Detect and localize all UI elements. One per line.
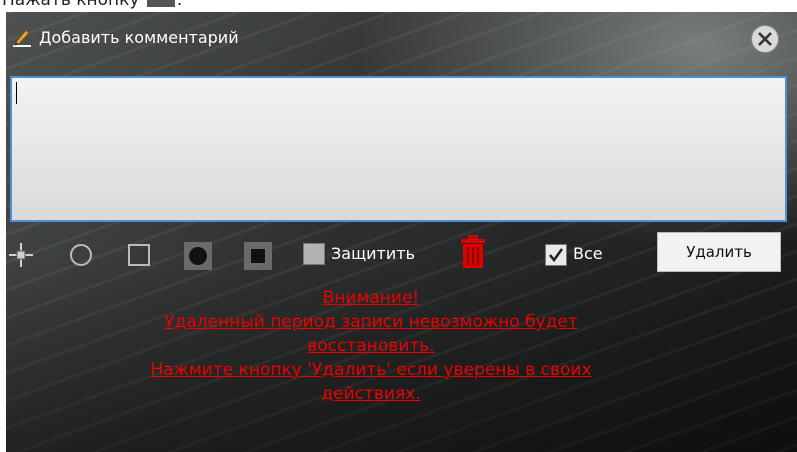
- comment-input[interactable]: [10, 76, 787, 222]
- checkmark-icon: [548, 248, 564, 263]
- pencil-icon: [13, 29, 31, 47]
- trash-icon[interactable]: [460, 235, 486, 269]
- circle-outline-icon[interactable]: [68, 242, 94, 268]
- all-checkbox[interactable]: [545, 244, 567, 266]
- warning-line: Нажмите кнопку 'Удалить' если уверены в …: [150, 360, 592, 380]
- close-button[interactable]: [751, 25, 779, 53]
- instruction-text-after: .: [176, 0, 183, 10]
- text-cursor: [16, 82, 17, 104]
- protect-label: Защитить: [331, 244, 415, 263]
- warning-line: Внимание!: [322, 288, 420, 308]
- warning-line: Удаленный период записи невозможно будет: [164, 312, 578, 332]
- add-comment-dialog: Добавить комментарий Защитить Все Удалит…: [6, 12, 797, 452]
- protect-checkbox[interactable]: [303, 243, 325, 265]
- circle-filled-icon[interactable]: [184, 242, 212, 270]
- delete-button[interactable]: Удалить: [657, 232, 781, 272]
- instruction-text-before: Нажать кнопку: [2, 0, 140, 10]
- warning-line: восстановить.: [307, 336, 435, 356]
- button-image: [146, 0, 175, 7]
- close-icon: [758, 32, 772, 46]
- all-label: Все: [573, 244, 603, 263]
- crosshair-icon[interactable]: [8, 242, 34, 268]
- square-filled-icon[interactable]: [244, 242, 272, 270]
- dialog-title-bar: Добавить комментарий: [11, 26, 239, 48]
- warning-line: действиях.: [321, 384, 421, 404]
- dialog-title: Добавить комментарий: [39, 27, 239, 47]
- warning-message: Внимание! Удаленный период записи невозм…: [6, 286, 736, 406]
- square-outline-icon[interactable]: [126, 242, 152, 268]
- instruction-text: Нажать кнопку .: [0, 0, 797, 12]
